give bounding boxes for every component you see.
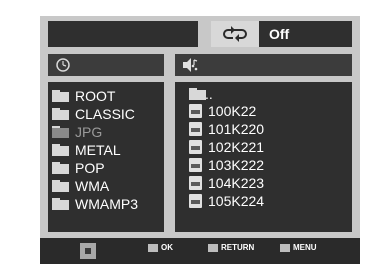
disc-clock-icon xyxy=(56,58,70,72)
file-panel-bar xyxy=(175,54,352,76)
menu-hint: MENU xyxy=(280,243,317,252)
file-icon xyxy=(189,158,202,172)
folder-list: ROOT CLASSIC JPG METAL POP WMA WMAMP3 xyxy=(48,82,164,232)
file-item[interactable]: 103K222 xyxy=(189,156,264,174)
menu-key-icon xyxy=(280,243,290,252)
folder-item[interactable]: WMA xyxy=(52,177,109,195)
parent-folder-item[interactable]: .. xyxy=(189,85,213,103)
folder-icon xyxy=(52,198,69,210)
header-blank xyxy=(48,21,198,47)
folder-icon xyxy=(52,90,69,102)
repeat-value: Off xyxy=(269,26,290,42)
file-list: .. 100K22 101K220 102K221 103K222 104K22… xyxy=(175,82,352,232)
file-item[interactable]: 101K220 xyxy=(189,120,264,138)
folder-icon xyxy=(52,162,69,174)
enter-key-icon xyxy=(148,243,158,252)
repeat-icon xyxy=(211,21,259,47)
folder-item[interactable]: CLASSIC xyxy=(52,105,135,123)
open-folder-icon xyxy=(52,126,69,138)
return-key-icon xyxy=(208,243,218,252)
file-item[interactable]: 105K224 xyxy=(189,192,264,210)
file-item[interactable]: 100K22 xyxy=(189,102,256,120)
folder-icon xyxy=(52,180,69,192)
folder-icon xyxy=(52,108,69,120)
speaker-music-icon xyxy=(183,58,198,72)
file-item[interactable]: 104K223 xyxy=(189,174,264,192)
folder-item[interactable]: ROOT xyxy=(52,87,115,105)
file-icon xyxy=(189,176,202,190)
footer-help-bar: OK RETURN MENU xyxy=(40,238,360,264)
folder-item-selected[interactable]: JPG xyxy=(52,123,102,141)
repeat-mode[interactable]: Off xyxy=(211,21,352,47)
ok-hint: OK xyxy=(148,243,173,252)
file-icon xyxy=(189,194,202,208)
file-item[interactable]: 102K221 xyxy=(189,138,264,156)
folder-icon xyxy=(52,144,69,156)
folder-item[interactable]: POP xyxy=(52,159,105,177)
file-icon xyxy=(189,140,202,154)
folder-item[interactable]: METAL xyxy=(52,141,121,159)
file-icon xyxy=(189,104,202,118)
player-screen: Off ROOT CLASSIC JPG METAL POP WMA WMAMP… xyxy=(40,16,360,264)
folder-item[interactable]: WMAMP3 xyxy=(52,195,138,213)
navigation-pad-icon xyxy=(80,243,96,259)
return-hint: RETURN xyxy=(208,243,254,252)
folder-panel-bar xyxy=(48,54,164,76)
folder-icon xyxy=(189,88,206,100)
file-icon xyxy=(189,122,202,136)
